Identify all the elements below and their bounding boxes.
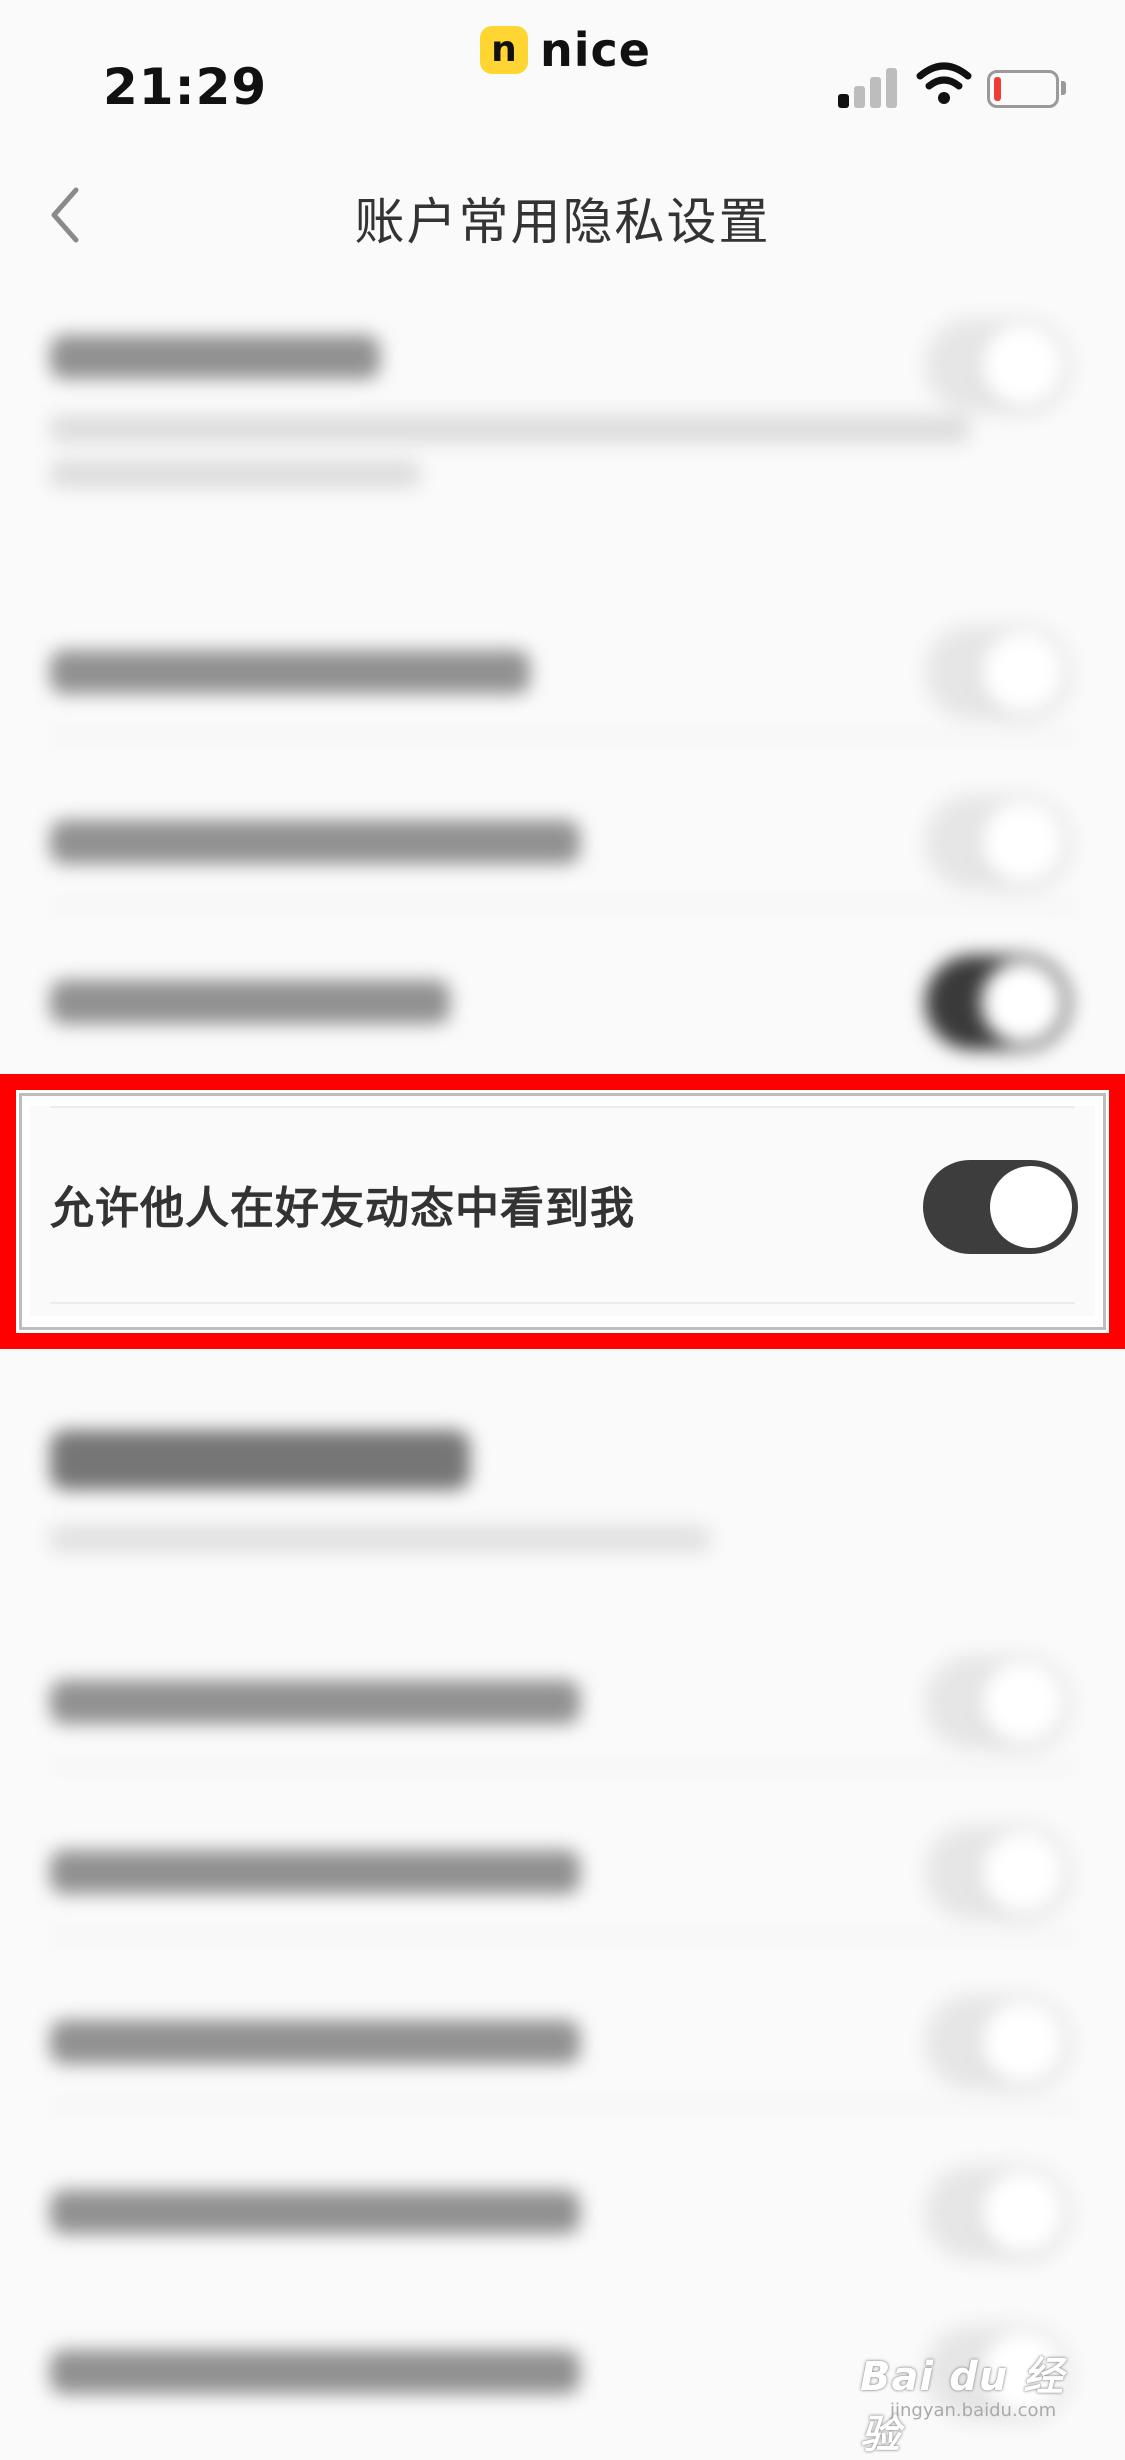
blurred-section-heading xyxy=(50,1430,470,1490)
blurred-settings-list xyxy=(0,290,1125,2436)
blurred-setting-row xyxy=(0,290,1125,540)
brand-badge: n xyxy=(480,26,528,74)
page-title: 账户常用隐私设置 xyxy=(354,193,771,251)
blurred-toggle xyxy=(925,795,1070,890)
brand-logo: n nice xyxy=(480,23,651,77)
status-time: 21:29 xyxy=(103,58,268,116)
wifi-icon xyxy=(916,62,972,104)
blurred-toggle xyxy=(925,2165,1070,2260)
battery-icon xyxy=(987,70,1066,108)
blurred-toggle xyxy=(925,318,1070,413)
baidu-jingyan-watermark: Bai du 经验 jingyan.baidu.com xyxy=(860,2320,1090,2458)
blurred-toggle xyxy=(925,1825,1070,1920)
highlighted-setting-row: 允许他人在好友动态中看到我 xyxy=(0,1074,1125,1349)
cellular-signal-icon xyxy=(838,66,898,108)
blurred-toggle xyxy=(925,955,1070,1050)
nav-bar: 账户常用隐私设置 xyxy=(0,140,1125,290)
blurred-toggle xyxy=(925,1655,1070,1750)
highlight-frame xyxy=(0,1074,1125,1349)
blurred-toggle xyxy=(925,625,1070,720)
brand-name: nice xyxy=(540,23,651,77)
blurred-toggle xyxy=(925,1995,1070,2090)
watermark-url: jingyan.baidu.com xyxy=(890,2400,1057,2421)
status-bar: 21:29 n nice xyxy=(0,0,1125,140)
